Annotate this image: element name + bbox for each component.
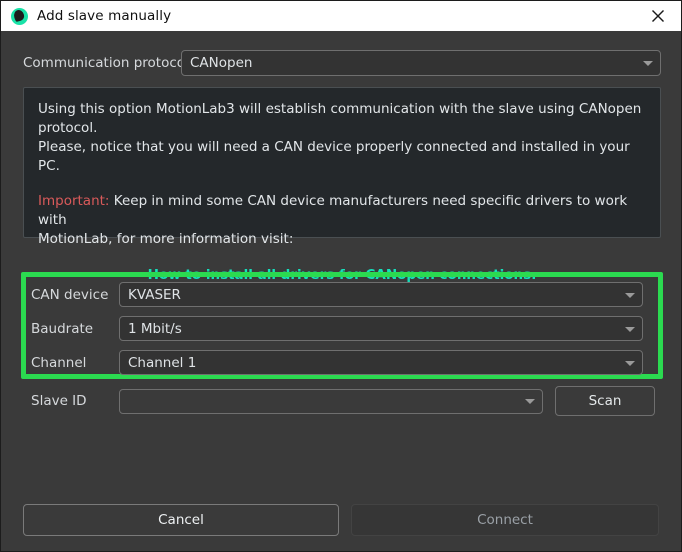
close-icon bbox=[651, 9, 665, 23]
motionlab-drop-icon bbox=[11, 8, 28, 25]
channel-value: Channel 1 bbox=[128, 355, 196, 371]
protocol-label: Communication protocol bbox=[23, 55, 181, 71]
can-device-row: CAN device KVASER bbox=[31, 282, 681, 307]
baudrate-label: Baudrate bbox=[31, 321, 119, 337]
channel-row: Channel Channel 1 bbox=[31, 350, 681, 375]
info-line-2: Please, notice that you will need a CAN … bbox=[38, 138, 646, 176]
can-device-label: CAN device bbox=[31, 287, 119, 303]
slave-id-label: Slave ID bbox=[31, 393, 119, 409]
add-slave-dialog: Add slave manually Communication protoco… bbox=[0, 0, 682, 552]
can-device-value: KVASER bbox=[128, 287, 181, 303]
info-important-line: Important: Keep in mind some CAN device … bbox=[38, 192, 646, 230]
chevron-down-icon bbox=[625, 293, 635, 298]
connect-button[interactable]: Connect bbox=[351, 504, 659, 536]
protocol-value: CANopen bbox=[190, 55, 252, 71]
driver-install-link[interactable]: How to install all drivers for CANopen c… bbox=[148, 267, 537, 283]
title-bar: Add slave manually bbox=[1, 1, 681, 31]
slave-id-select[interactable] bbox=[119, 389, 543, 414]
scan-button[interactable]: Scan bbox=[555, 386, 655, 416]
chevron-down-icon bbox=[625, 361, 635, 366]
protocol-select[interactable]: CANopen bbox=[181, 50, 661, 76]
window-title: Add slave manually bbox=[37, 8, 171, 24]
close-button[interactable] bbox=[635, 1, 681, 31]
channel-label: Channel bbox=[31, 355, 119, 371]
info-line-1: Using this option MotionLab3 will establ… bbox=[38, 100, 646, 138]
info-panel: Using this option MotionLab3 will establ… bbox=[23, 87, 661, 238]
info-important-line-2: MotionLab, for more information visit: bbox=[38, 230, 646, 249]
important-label: Important: bbox=[38, 193, 109, 209]
chevron-down-icon bbox=[525, 399, 535, 404]
protocol-row: Communication protocol CANopen bbox=[23, 50, 661, 76]
important-text: Keep in mind some CAN device manufacture… bbox=[38, 193, 627, 228]
baudrate-select[interactable]: 1 Mbit/s bbox=[119, 316, 643, 341]
dialog-footer: Cancel Connect bbox=[1, 489, 681, 551]
can-device-select[interactable]: KVASER bbox=[119, 282, 643, 307]
channel-select[interactable]: Channel 1 bbox=[119, 350, 643, 375]
info-spacer bbox=[38, 176, 646, 192]
dialog-body: Communication protocol CANopen Using thi… bbox=[1, 31, 681, 551]
driver-link-row: How to install all drivers for CANopen c… bbox=[38, 264, 646, 283]
baudrate-row: Baudrate 1 Mbit/s bbox=[31, 316, 681, 341]
chevron-down-icon bbox=[643, 61, 653, 66]
slave-id-row: Slave ID Scan bbox=[31, 386, 681, 416]
chevron-down-icon bbox=[625, 327, 635, 332]
cancel-button[interactable]: Cancel bbox=[23, 504, 339, 536]
baudrate-value: 1 Mbit/s bbox=[128, 321, 182, 337]
